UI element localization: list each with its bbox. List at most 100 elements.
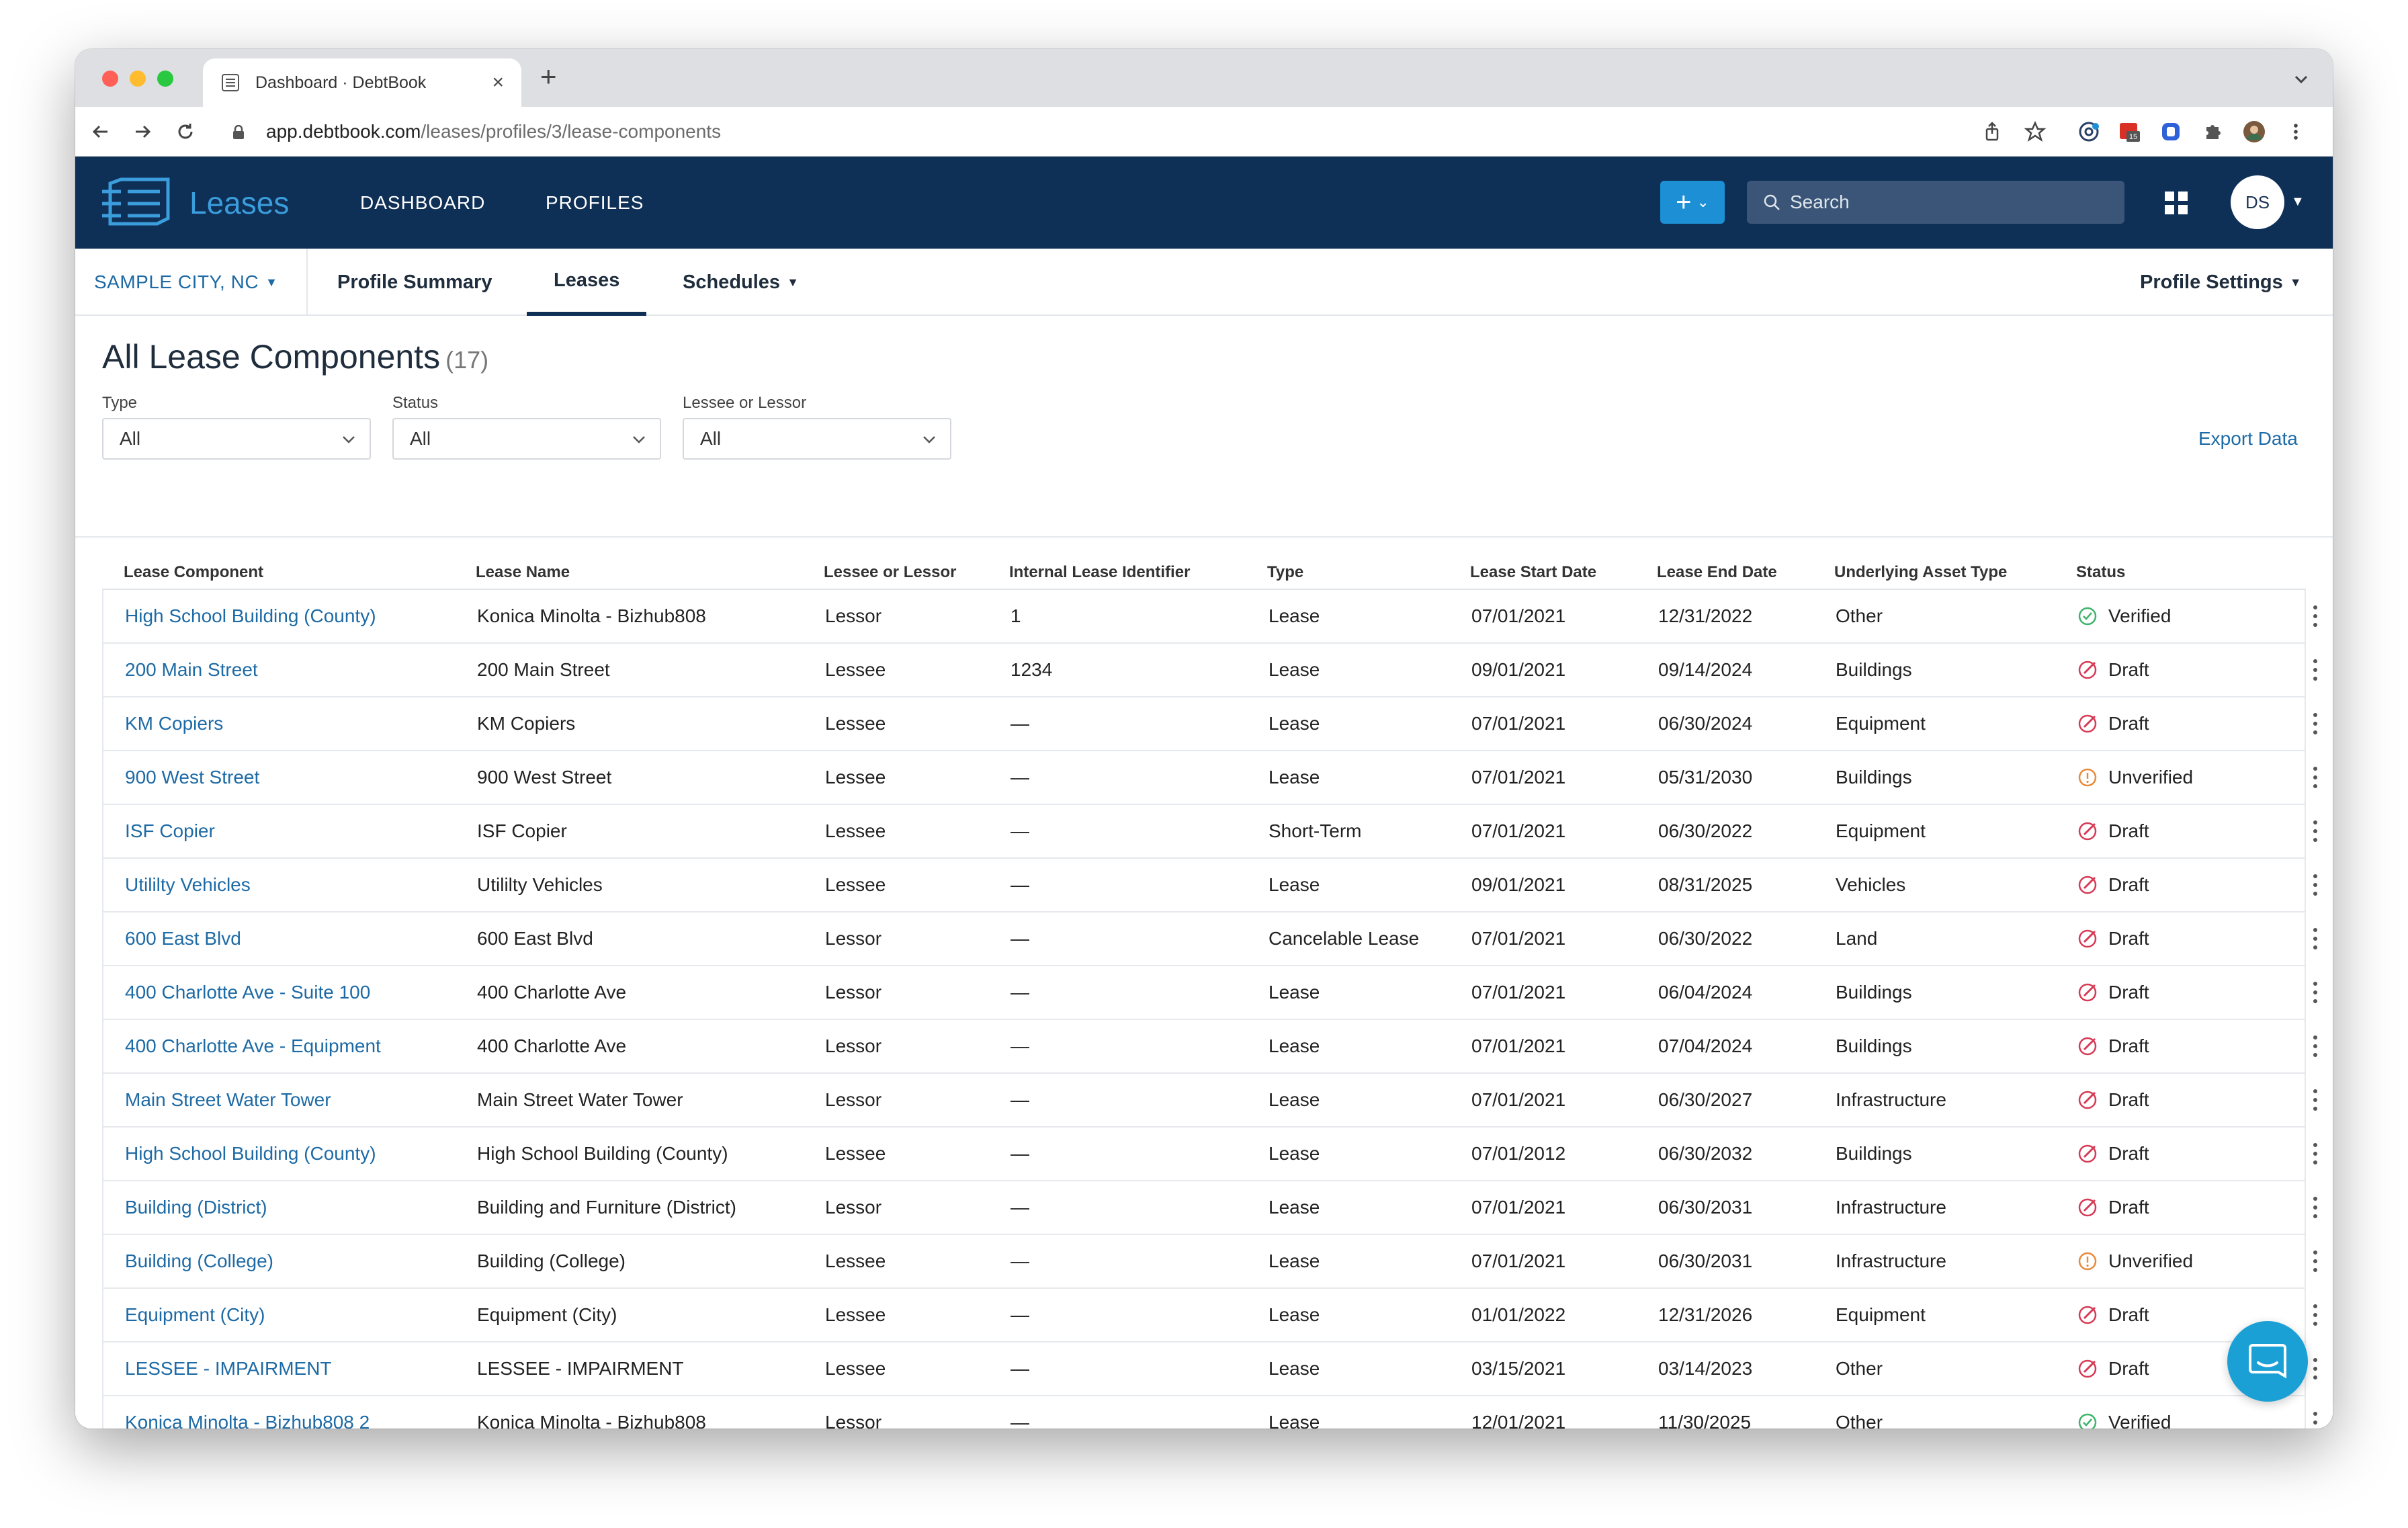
lock-icon[interactable] <box>232 125 245 140</box>
row-actions-kebab-icon[interactable] <box>2313 981 2318 1004</box>
col-asset-type-header[interactable]: Underlying Asset Type <box>1834 563 2007 582</box>
export-data-link[interactable]: Export Data <box>2198 418 2298 460</box>
reload-icon[interactable] <box>175 121 196 142</box>
new-tab-button[interactable]: + <box>540 62 557 91</box>
table-row[interactable]: 400 Charlotte Ave - Equipment 400 Charlot… <box>102 1020 2317 1074</box>
col-lease-component-cell[interactable]: 400 Charlotte Ave - Suite 100 <box>125 966 370 1019</box>
row-actions-kebab-icon[interactable] <box>2313 766 2318 789</box>
col-lease-component-cell[interactable]: Building (District) <box>125 1181 267 1234</box>
table-row[interactable]: High School Building (County) High School… <box>102 1128 2317 1181</box>
create-new-button[interactable]: + ⌄ <box>1660 181 1725 224</box>
chat-launcher-button[interactable] <box>2227 1321 2308 1402</box>
bookmark-star-icon[interactable] <box>2024 120 2047 143</box>
col-lease-component-cell[interactable]: High School Building (County) <box>125 590 376 642</box>
col-lease-component-cell[interactable]: 600 East Blvd <box>125 912 241 965</box>
col-lease-name-cell: Equipment (City) <box>477 1304 617 1325</box>
col-start-date-header[interactable]: Lease Start Date <box>1470 563 1596 582</box>
url-field[interactable]: app.debtbook.com/leases/profiles/3/lease… <box>266 107 721 157</box>
back-arrow-icon[interactable] <box>90 121 112 142</box>
table-row[interactable]: 600 East Blvd 600 East Blvd Lessor — Cancela… <box>102 912 2317 966</box>
tab-profile-summary[interactable]: Profile Summary <box>337 249 492 316</box>
col-lease-component-cell[interactable]: Equipment (City) <box>125 1289 265 1341</box>
col-status-header[interactable]: Status <box>2076 563 2125 582</box>
extension-at-icon[interactable] <box>2077 120 2100 143</box>
row-actions-kebab-icon[interactable] <box>2313 874 2318 896</box>
tab-search-chevron-icon[interactable] <box>2292 71 2310 88</box>
extension-calendar-icon[interactable]: 15 <box>2118 120 2141 143</box>
col-lease-component-cell[interactable]: 200 Main Street <box>125 644 258 696</box>
table-row[interactable]: 900 West Street 900 West Street Lessee — Lea… <box>102 751 2317 805</box>
maximize-window-button[interactable] <box>157 71 173 87</box>
table-row[interactable]: Konica Minolta - Bizhub808 2 Konica Minol… <box>102 1396 2317 1429</box>
table-row[interactable]: ISF Copier ISF Copier Lessee — Short-Term 07/… <box>102 805 2317 859</box>
row-actions-kebab-icon[interactable] <box>2313 1035 2318 1058</box>
search-input[interactable]: Search <box>1747 181 2124 224</box>
col-lease-component-cell[interactable]: LESSEE - IMPAIRMENT <box>125 1343 332 1395</box>
row-actions-kebab-icon[interactable] <box>2313 712 2318 735</box>
row-actions-kebab-icon[interactable] <box>2313 1304 2318 1326</box>
row-actions-kebab-icon[interactable] <box>2313 659 2318 681</box>
row-actions-kebab-icon[interactable] <box>2313 820 2318 843</box>
col-lease-component-cell[interactable]: ISF Copier <box>125 805 215 857</box>
row-actions-kebab-icon[interactable] <box>2313 1357 2318 1380</box>
row-actions-kebab-icon[interactable] <box>2313 605 2318 628</box>
table-row[interactable]: Building (College) Building (College) Less… <box>102 1235 2317 1289</box>
profile-settings-menu[interactable]: Profile Settings ▼ <box>2140 249 2302 316</box>
col-lease-component-cell[interactable]: 400 Charlotte Ave - Equipment <box>125 1020 381 1072</box>
filter-status-select[interactable]: All <box>392 418 661 460</box>
row-actions-kebab-icon[interactable] <box>2313 1142 2318 1165</box>
table-row[interactable]: 400 Charlotte Ave - Suite 100 400 Charlot… <box>102 966 2317 1020</box>
col-end-date-header[interactable]: Lease End Date <box>1657 563 1777 582</box>
browser-menu-icon[interactable] <box>2284 120 2307 143</box>
table-row[interactable]: Building (District) Building and Furnitur… <box>102 1181 2317 1235</box>
col-lessee-lessor-cell: Lessee <box>825 820 886 841</box>
user-menu-caret-icon[interactable]: ▼ <box>2291 194 2305 210</box>
col-lease-component-cell[interactable]: Building (College) <box>125 1235 273 1287</box>
col-lease-component-cell[interactable]: Konica Minolta - Bizhub808 2 <box>125 1396 370 1429</box>
row-actions-kebab-icon[interactable] <box>2313 1196 2318 1219</box>
profile-avatar-icon[interactable] <box>2243 120 2266 143</box>
col-lease-component-cell[interactable]: KM Copiers <box>125 697 223 750</box>
col-type-header[interactable]: Type <box>1267 563 1303 582</box>
table-row[interactable]: 200 Main Street 200 Main Street Lessee 1234… <box>102 644 2317 697</box>
col-lease-component-cell[interactable]: High School Building (County) <box>125 1128 376 1180</box>
tab-schedules[interactable]: Schedules ▼ <box>683 249 799 316</box>
nav-profiles[interactable]: PROFILES <box>546 157 644 249</box>
apps-grid-icon[interactable] <box>2163 190 2189 216</box>
tab-leases[interactable]: Leases <box>527 249 647 316</box>
filter-lessee-lessor-value: All <box>700 428 722 449</box>
col-lease-component-header[interactable]: Lease Component <box>124 563 263 582</box>
table-row[interactable]: Main Street Water Tower Main Street Water… <box>102 1074 2317 1128</box>
forward-arrow-icon[interactable] <box>132 121 153 142</box>
nav-dashboard[interactable]: DASHBOARD <box>360 157 485 249</box>
filter-lessee-lessor-select[interactable]: All <box>683 418 951 460</box>
user-avatar[interactable]: DS <box>2231 175 2284 229</box>
browser-tab-active[interactable]: Dashboard · DebtBook × <box>203 58 521 107</box>
leases-logo-icon[interactable] <box>101 177 175 230</box>
extension-shield-icon[interactable] <box>2159 120 2182 143</box>
table-row[interactable]: High School Building (County) Konica Mino… <box>102 590 2317 644</box>
extensions-puzzle-icon[interactable] <box>2201 120 2224 143</box>
share-icon[interactable] <box>1981 120 2004 143</box>
table-row[interactable]: Utililty Vehicles Utililty Vehicles Lessee… <box>102 859 2317 912</box>
row-actions-kebab-icon[interactable] <box>2313 1250 2318 1273</box>
col-lessee-lessor-header[interactable]: Lessee or Lessor <box>824 563 956 582</box>
row-actions-kebab-icon[interactable] <box>2313 1089 2318 1111</box>
filter-type-select[interactable]: All <box>102 418 371 460</box>
table-row[interactable]: LESSEE - IMPAIRMENT LESSEE - IMPAIRMENT Le… <box>102 1343 2317 1396</box>
brand-name[interactable]: Leases <box>189 157 289 249</box>
city-selector[interactable]: SAMPLE CITY, NC ▼ <box>94 249 277 316</box>
row-actions-kebab-icon[interactable] <box>2313 1411 2318 1429</box>
table-row[interactable]: KM Copiers KM Copiers Lessee — Lease 07/01/20… <box>102 697 2317 751</box>
col-lease-component-cell[interactable]: Main Street Water Tower <box>125 1074 331 1126</box>
col-internal-identifier-header[interactable]: Internal Lease Identifier <box>1009 563 1190 582</box>
close-window-button[interactable] <box>102 71 118 87</box>
col-lease-component-cell[interactable]: 900 West Street <box>125 751 259 804</box>
col-lease-component-cell[interactable]: Utililty Vehicles <box>125 859 251 911</box>
row-actions-kebab-icon[interactable] <box>2313 927 2318 950</box>
status-label: Unverified <box>2108 767 2194 788</box>
tab-close-icon[interactable]: × <box>492 73 504 93</box>
minimize-window-button[interactable] <box>130 71 146 87</box>
table-row[interactable]: Equipment (City) Equipment (City) Lessee — L… <box>102 1289 2317 1343</box>
col-lease-name-header[interactable]: Lease Name <box>476 563 570 582</box>
